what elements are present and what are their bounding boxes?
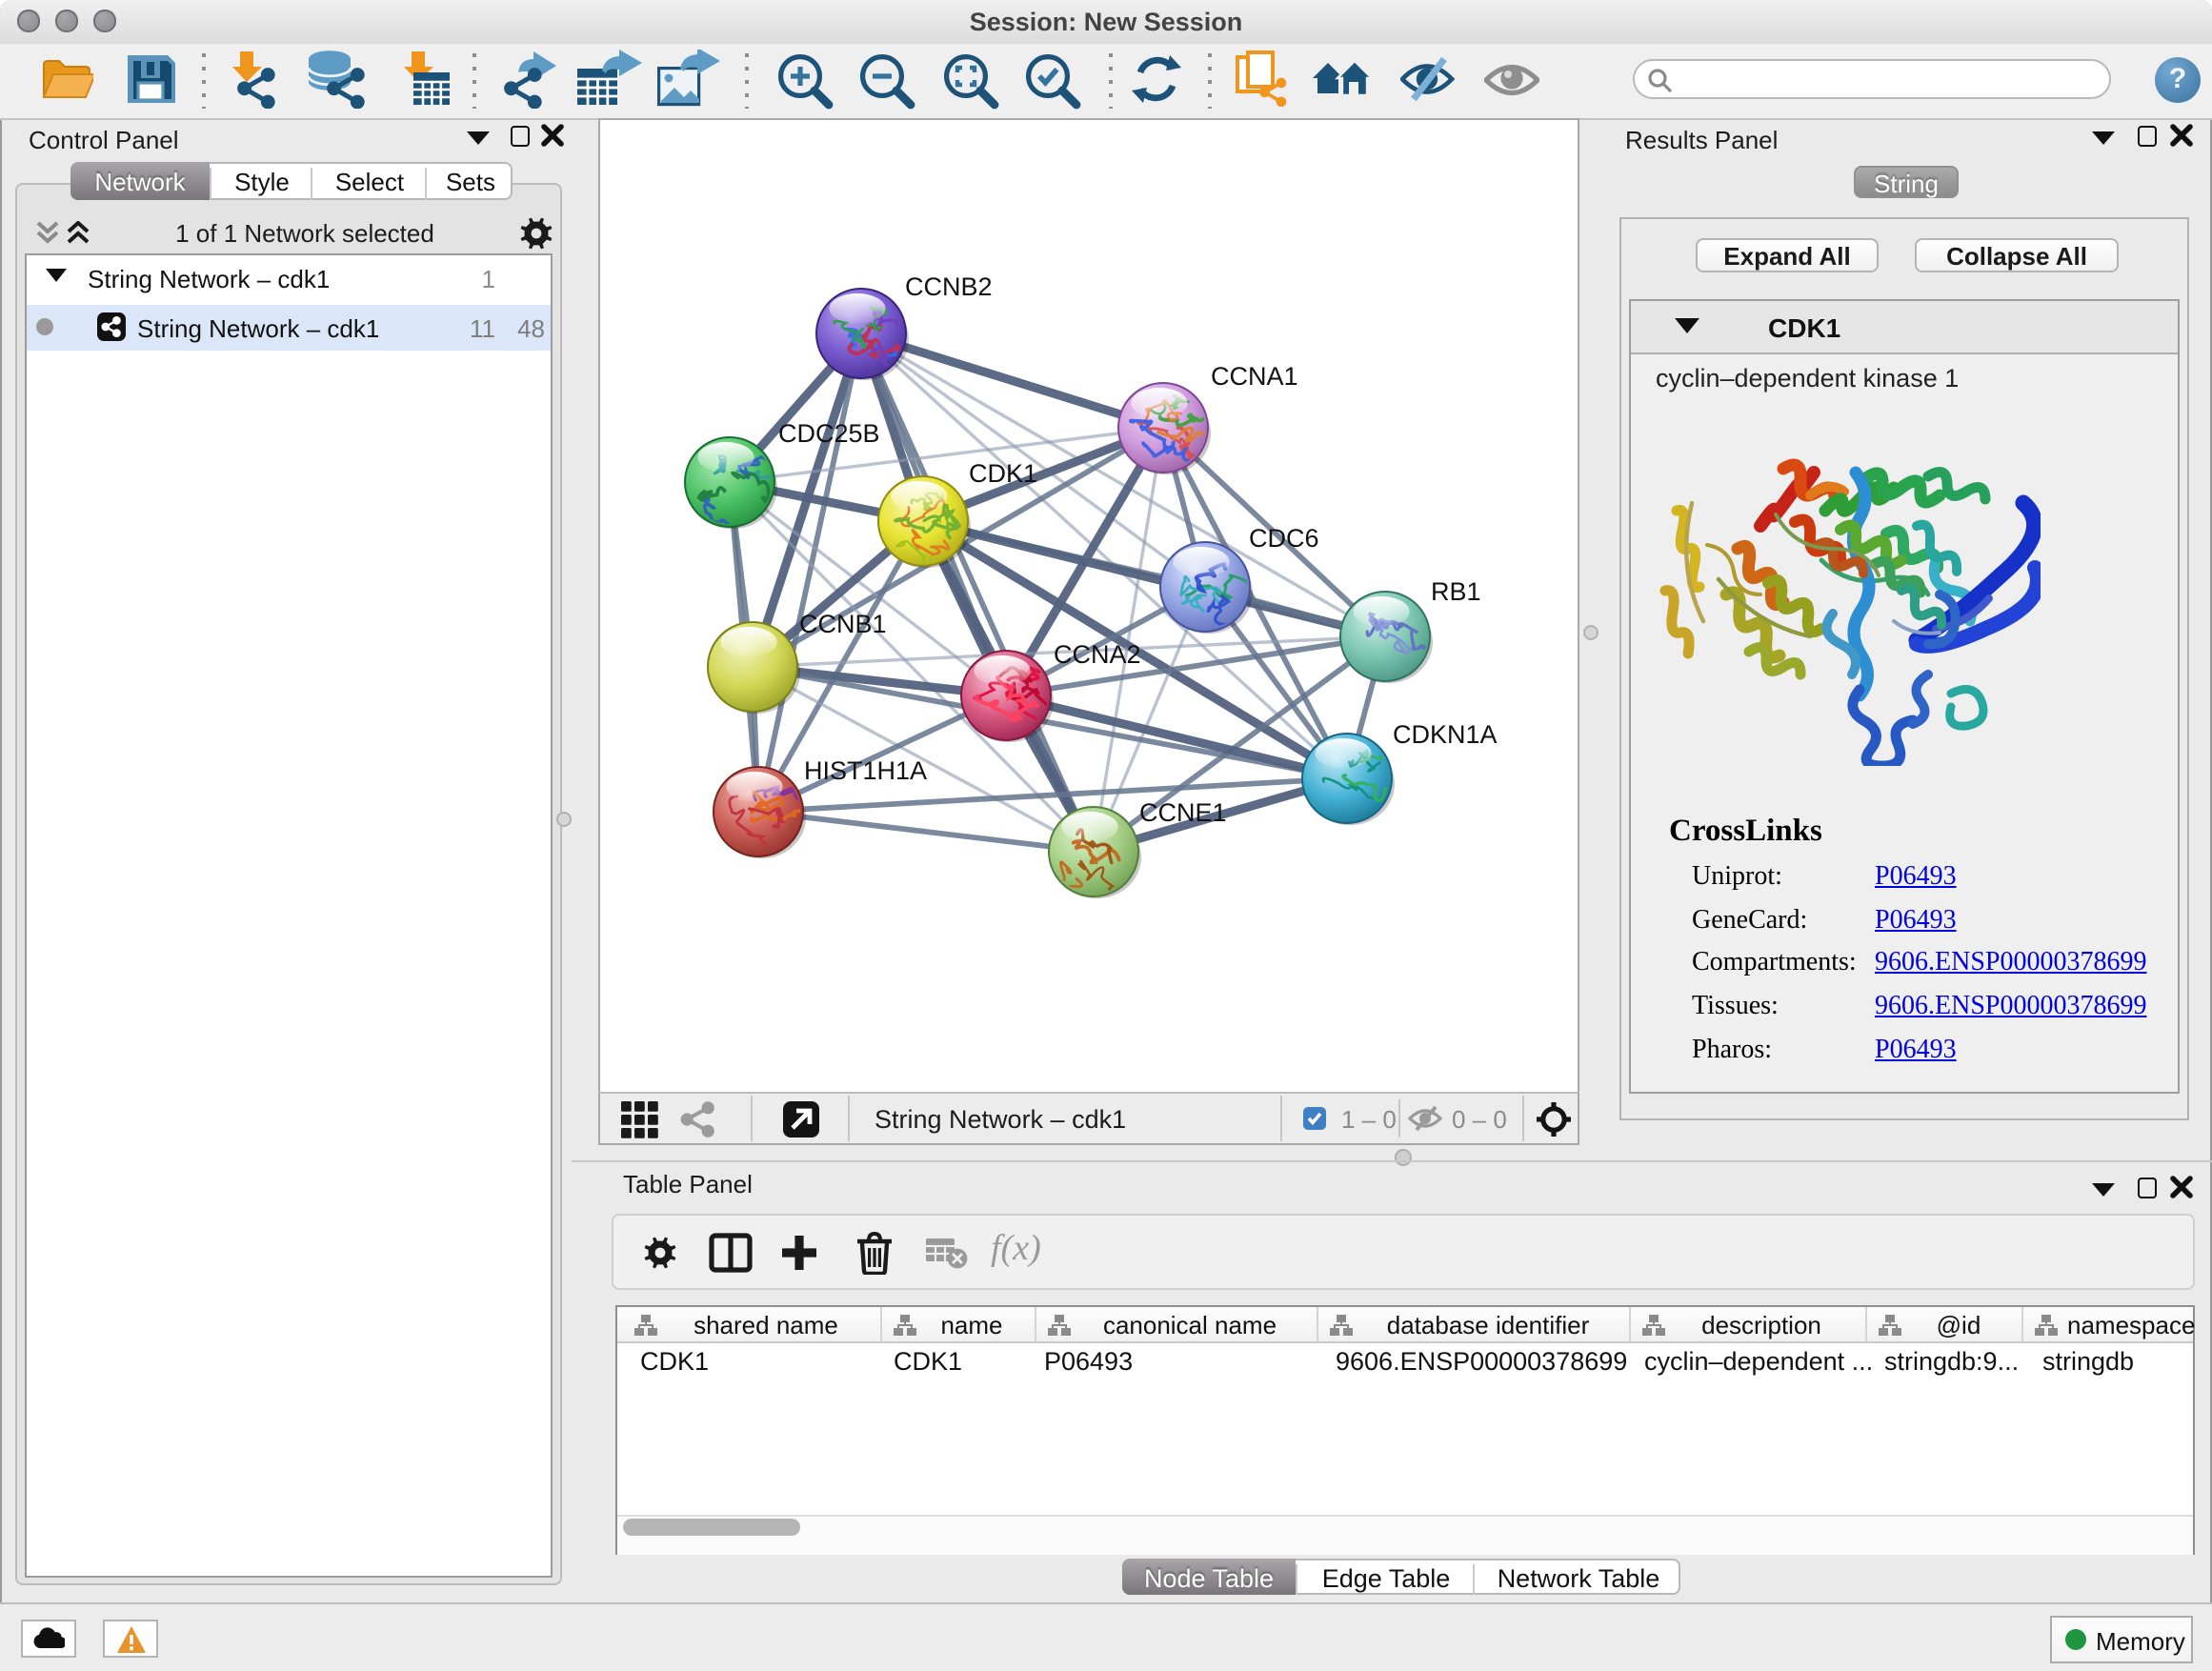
svg-text:CCNA1: CCNA1 — [1211, 362, 1298, 391]
svg-text:CCNE1: CCNE1 — [1139, 798, 1227, 827]
svg-text:HIST1H1A: HIST1H1A — [804, 756, 927, 785]
svg-text:CDKN1A: CDKN1A — [1393, 720, 1498, 749]
svg-text:CCNB2: CCNB2 — [905, 272, 993, 301]
svg-text:CDC6: CDC6 — [1249, 524, 1319, 553]
svg-text:RB1: RB1 — [1431, 577, 1481, 606]
svg-text:CCNA2: CCNA2 — [1054, 640, 1141, 669]
svg-text:CDC25B: CDC25B — [778, 419, 880, 448]
svg-text:CDK1: CDK1 — [969, 459, 1037, 488]
svg-text:CCNB1: CCNB1 — [799, 610, 887, 638]
